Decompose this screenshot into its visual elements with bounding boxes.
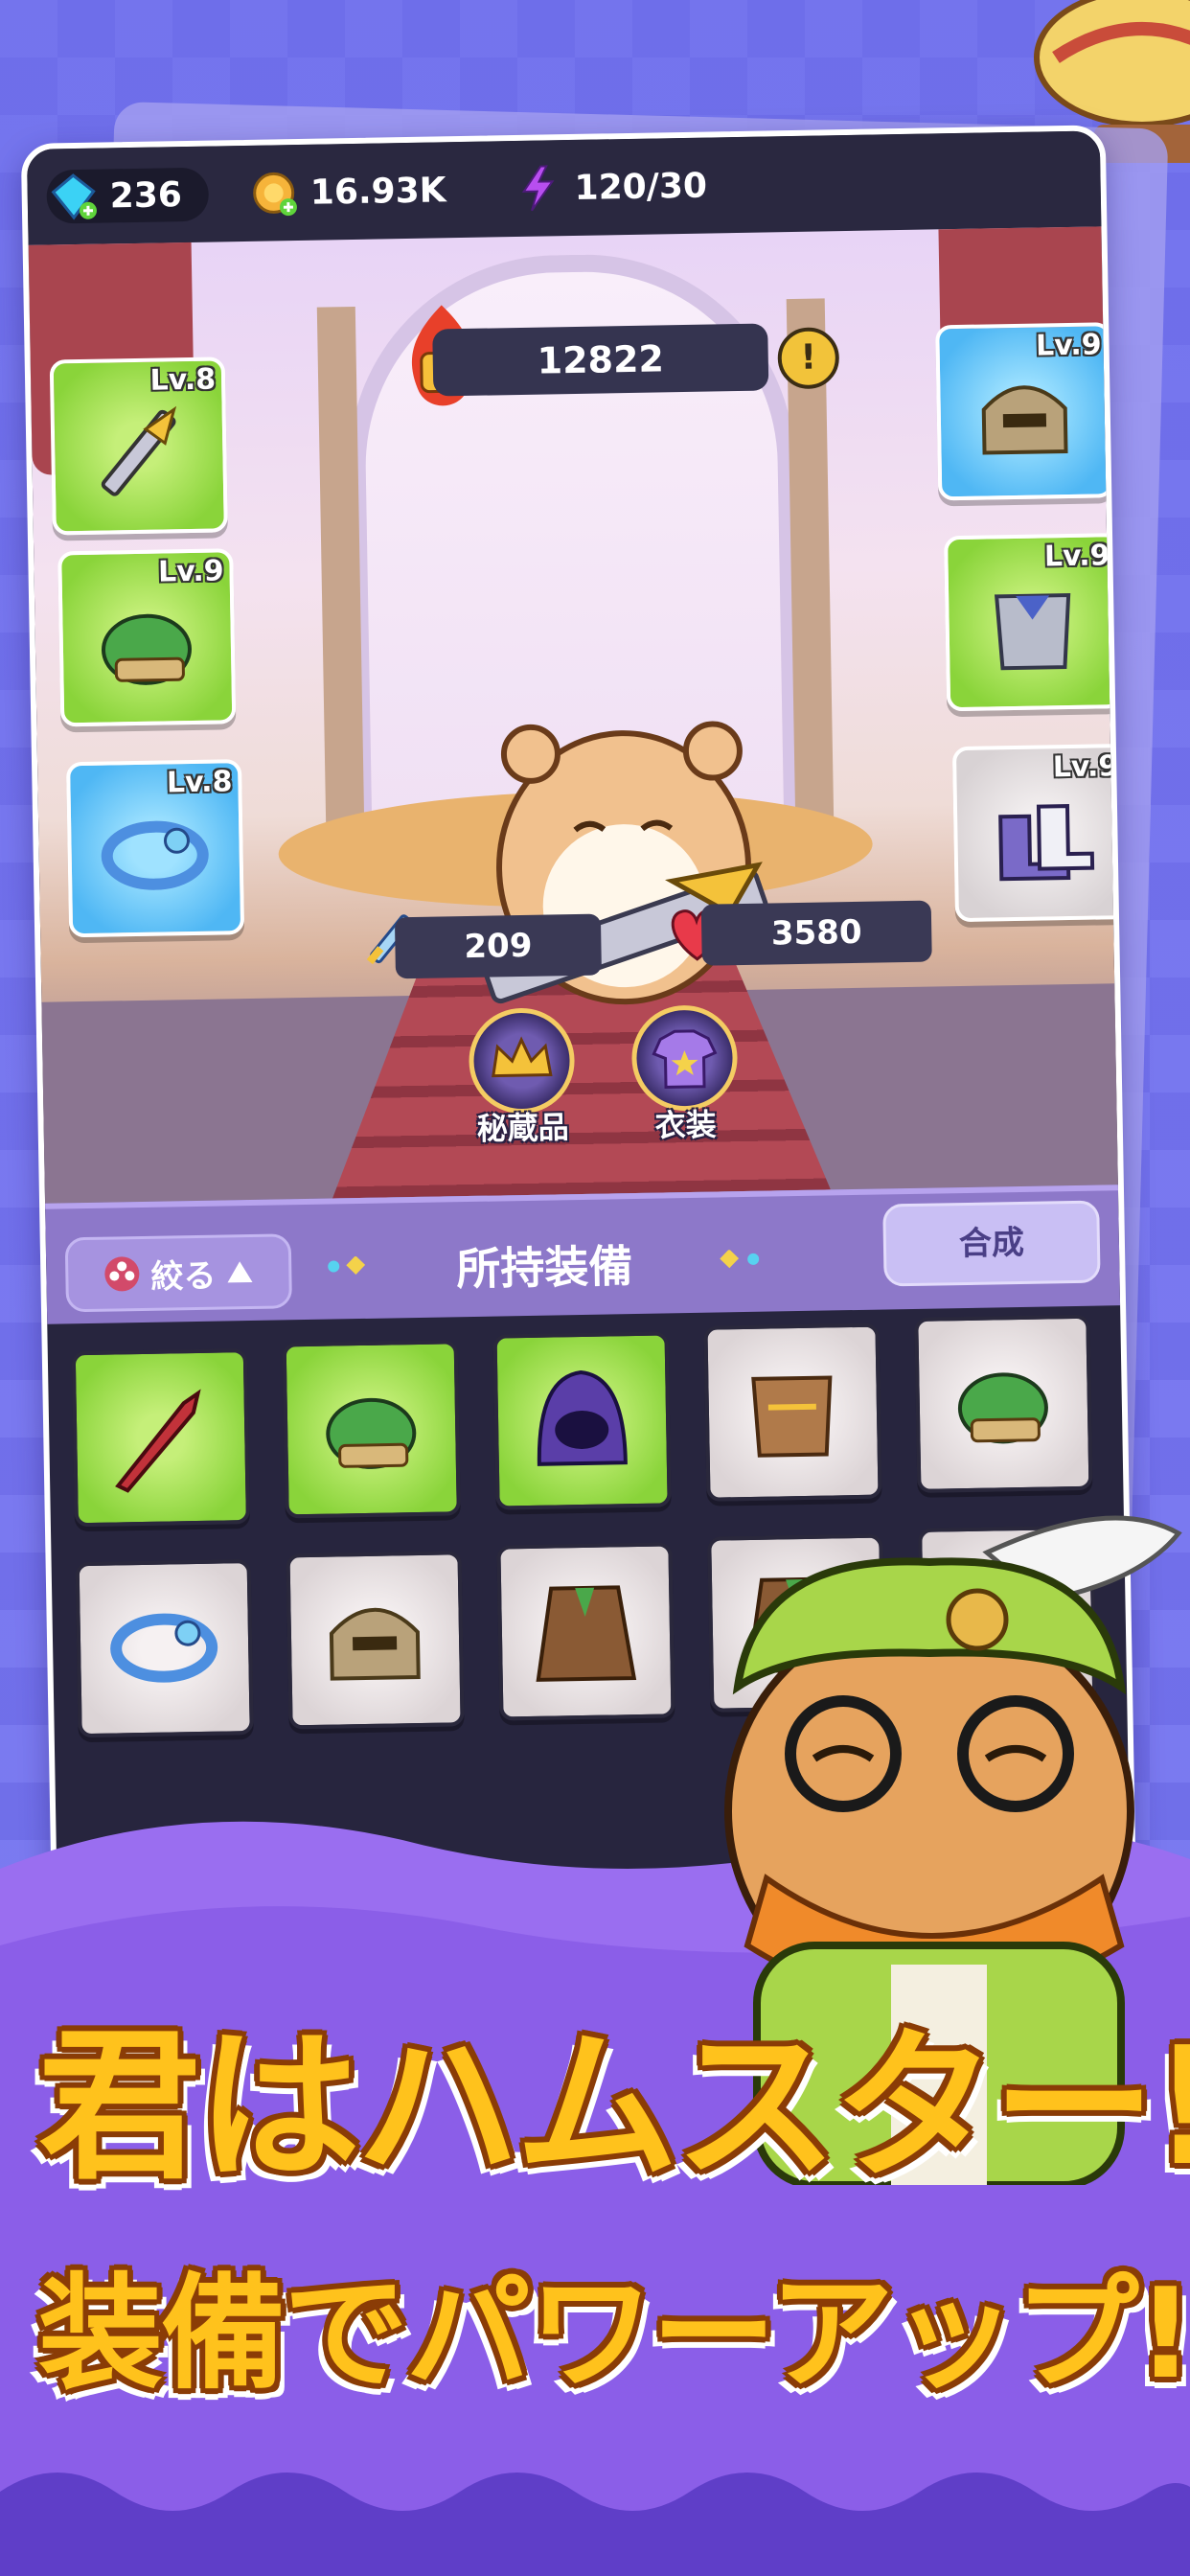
armor-icon	[751, 1375, 833, 1458]
coin-icon	[246, 166, 301, 220]
inventory-item-helmet[interactable]	[286, 1551, 465, 1730]
inventory-item-ring[interactable]	[75, 1559, 254, 1738]
hp-value: 3580	[770, 912, 862, 954]
gem-value: 236	[109, 174, 183, 216]
costume-button[interactable]: 衣装	[627, 1004, 744, 1144]
attack-stat: 209	[394, 913, 602, 979]
gem-icon	[46, 170, 101, 224]
decor-dots-left	[328, 1255, 366, 1275]
slot-weapon[interactable]: Lv.8	[49, 356, 228, 536]
inventory-item-glove[interactable]	[282, 1340, 461, 1519]
slot-glove[interactable]: Lv.9	[57, 548, 237, 727]
helmet-icon	[981, 385, 1068, 455]
armor-icon	[994, 592, 1071, 671]
power-value: 12822	[537, 337, 665, 382]
power-display: 12822	[432, 323, 769, 397]
vault-label: 秘蔵品	[476, 1109, 570, 1147]
inventory-item-cloak[interactable]	[496, 1542, 675, 1721]
glove-icon	[326, 1397, 417, 1469]
attack-value: 209	[464, 926, 533, 967]
glove-icon	[101, 613, 192, 685]
inventory-item-dagger[interactable]	[71, 1348, 250, 1528]
shirt-icon	[630, 1004, 739, 1113]
slot-ring[interactable]: Lv.8	[66, 759, 245, 938]
coin-counter[interactable]: 16.93K	[246, 163, 473, 220]
helmet-icon	[329, 1607, 421, 1681]
boots-icon	[998, 804, 1095, 882]
ring-icon	[101, 820, 209, 890]
slot-boots[interactable]: Lv.9	[951, 743, 1132, 923]
resource-bar: 236 16.93K 120/30	[26, 130, 1102, 245]
gem-counter[interactable]: 236	[46, 167, 210, 224]
inventory-item-hood[interactable]	[492, 1331, 672, 1510]
cloak-icon	[536, 1585, 637, 1682]
slot-armor[interactable]: Lv.9	[944, 533, 1123, 712]
costume-label: 衣装	[654, 1106, 718, 1144]
lightning-icon	[511, 161, 565, 216]
vault-button[interactable]: 秘蔵品	[464, 1007, 581, 1147]
slot-helmet[interactable]: Lv.9	[935, 322, 1114, 501]
decor-dots-right	[720, 1249, 760, 1269]
filter-label: 絞る	[150, 1256, 217, 1297]
sword-icon	[101, 405, 177, 496]
coin-value: 16.93K	[309, 170, 446, 213]
crown-icon	[468, 1007, 576, 1115]
hero-hamster	[481, 721, 768, 1005]
inventory-item-armor[interactable]	[703, 1322, 882, 1502]
energy-value: 120/30	[574, 166, 708, 208]
energy-counter[interactable]: 120/30	[511, 158, 734, 216]
inventory-item-glove-2[interactable]	[914, 1314, 1093, 1493]
filter-icon	[104, 1256, 140, 1292]
hood-icon	[537, 1370, 628, 1466]
inventory-header: 絞る 所持装備 合成	[45, 1184, 1121, 1324]
inventory-title: 所持装備	[455, 1240, 633, 1296]
filter-button[interactable]: 絞る	[64, 1233, 293, 1313]
headline-secondary: 装備でパワーアップ!	[38, 2261, 1190, 2406]
ring-icon	[110, 1613, 218, 1683]
triangle-up-icon	[227, 1261, 253, 1283]
hp-stat: 3580	[700, 900, 932, 966]
headline-primary: 君はハムスター!	[38, 2012, 1190, 2202]
glove-icon	[957, 1372, 1048, 1444]
dagger-icon	[115, 1389, 201, 1493]
combine-button[interactable]: 合成	[882, 1200, 1101, 1287]
pillar-left	[316, 306, 365, 844]
